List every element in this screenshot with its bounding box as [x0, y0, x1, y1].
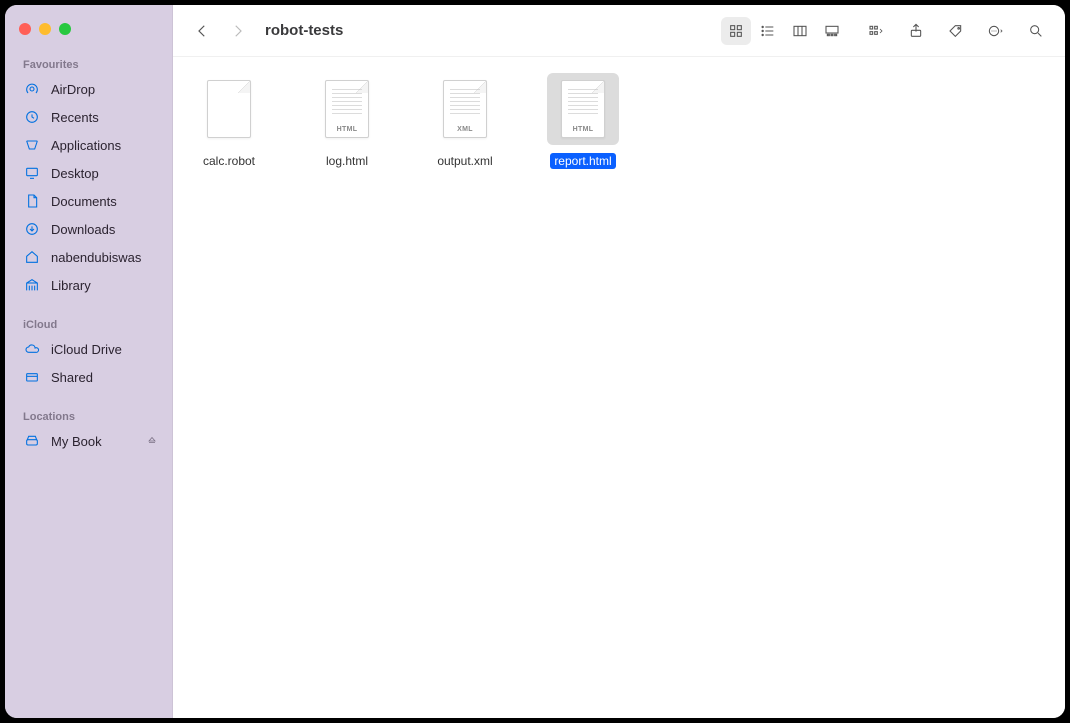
apps-icon [23, 136, 41, 154]
sidebar-header-favourites: Favourites [5, 53, 172, 75]
airdrop-icon [23, 80, 41, 98]
main-pane: robot-tests calc.robot [173, 5, 1065, 718]
sidebar-header-icloud: iCloud [5, 313, 172, 335]
finder-window: Favourites AirDrop Recents Applications … [5, 5, 1065, 718]
disk-icon [23, 432, 41, 450]
toolbar: robot-tests [173, 5, 1065, 57]
file-icon [193, 73, 265, 145]
sidebar: Favourites AirDrop Recents Applications … [5, 5, 173, 718]
sidebar-item-label: My Book [51, 434, 102, 449]
desktop-icon [23, 164, 41, 182]
minimize-button[interactable] [39, 23, 51, 35]
sidebar-item-applications[interactable]: Applications [5, 131, 172, 159]
view-list-button[interactable] [753, 17, 783, 45]
sidebar-item-library[interactable]: Library [5, 271, 172, 299]
file-label: calc.robot [199, 153, 259, 169]
file-icon: HTML [311, 73, 383, 145]
sidebar-item-label: Shared [51, 370, 93, 385]
file-item-selected[interactable]: HTML report.html [541, 73, 625, 169]
sidebar-item-desktop[interactable]: Desktop [5, 159, 172, 187]
file-label: log.html [322, 153, 372, 169]
folder-title: robot-tests [265, 22, 343, 39]
window-controls [5, 15, 172, 53]
sidebar-item-label: Library [51, 278, 91, 293]
file-item[interactable]: HTML log.html [305, 73, 389, 169]
view-gallery-button[interactable] [817, 17, 847, 45]
sidebar-item-label: AirDrop [51, 82, 95, 97]
doc-icon [23, 192, 41, 210]
action-menu-button[interactable] [981, 17, 1011, 45]
sidebar-item-documents[interactable]: Documents [5, 187, 172, 215]
view-mode-segment [719, 15, 849, 47]
eject-icon[interactable] [146, 434, 158, 449]
view-icons-button[interactable] [721, 17, 751, 45]
file-label: report.html [550, 153, 615, 169]
sidebar-item-label: Recents [51, 110, 99, 125]
sidebar-item-label: iCloud Drive [51, 342, 122, 357]
close-button[interactable] [19, 23, 31, 35]
sidebar-item-shared[interactable]: Shared [5, 363, 172, 391]
sidebar-item-airdrop[interactable]: AirDrop [5, 75, 172, 103]
back-button[interactable] [187, 17, 217, 45]
tags-button[interactable] [941, 17, 971, 45]
shared-icon [23, 368, 41, 386]
file-icon: XML [429, 73, 501, 145]
sidebar-item-icloud-drive[interactable]: iCloud Drive [5, 335, 172, 363]
sidebar-item-mybook[interactable]: My Book [5, 427, 172, 455]
forward-button[interactable] [223, 17, 253, 45]
view-columns-button[interactable] [785, 17, 815, 45]
sidebar-item-recents[interactable]: Recents [5, 103, 172, 131]
library-icon [23, 276, 41, 294]
sidebar-item-label: Documents [51, 194, 117, 209]
sidebar-item-downloads[interactable]: Downloads [5, 215, 172, 243]
file-item[interactable]: calc.robot [187, 73, 271, 169]
clock-icon [23, 108, 41, 126]
file-label: output.xml [433, 153, 496, 169]
file-item[interactable]: XML output.xml [423, 73, 507, 169]
file-grid[interactable]: calc.robot HTML log.html XML output.xml … [173, 57, 1065, 718]
home-icon [23, 248, 41, 266]
file-icon: HTML [547, 73, 619, 145]
sidebar-item-label: Downloads [51, 222, 115, 237]
fullscreen-button[interactable] [59, 23, 71, 35]
group-by-button[interactable] [861, 17, 891, 45]
share-button[interactable] [901, 17, 931, 45]
sidebar-item-label: Desktop [51, 166, 99, 181]
sidebar-header-locations: Locations [5, 405, 172, 427]
sidebar-item-label: nabendubiswas [51, 250, 141, 265]
download-icon [23, 220, 41, 238]
search-button[interactable] [1021, 17, 1051, 45]
sidebar-item-label: Applications [51, 138, 121, 153]
sidebar-item-home[interactable]: nabendubiswas [5, 243, 172, 271]
cloud-icon [23, 340, 41, 358]
